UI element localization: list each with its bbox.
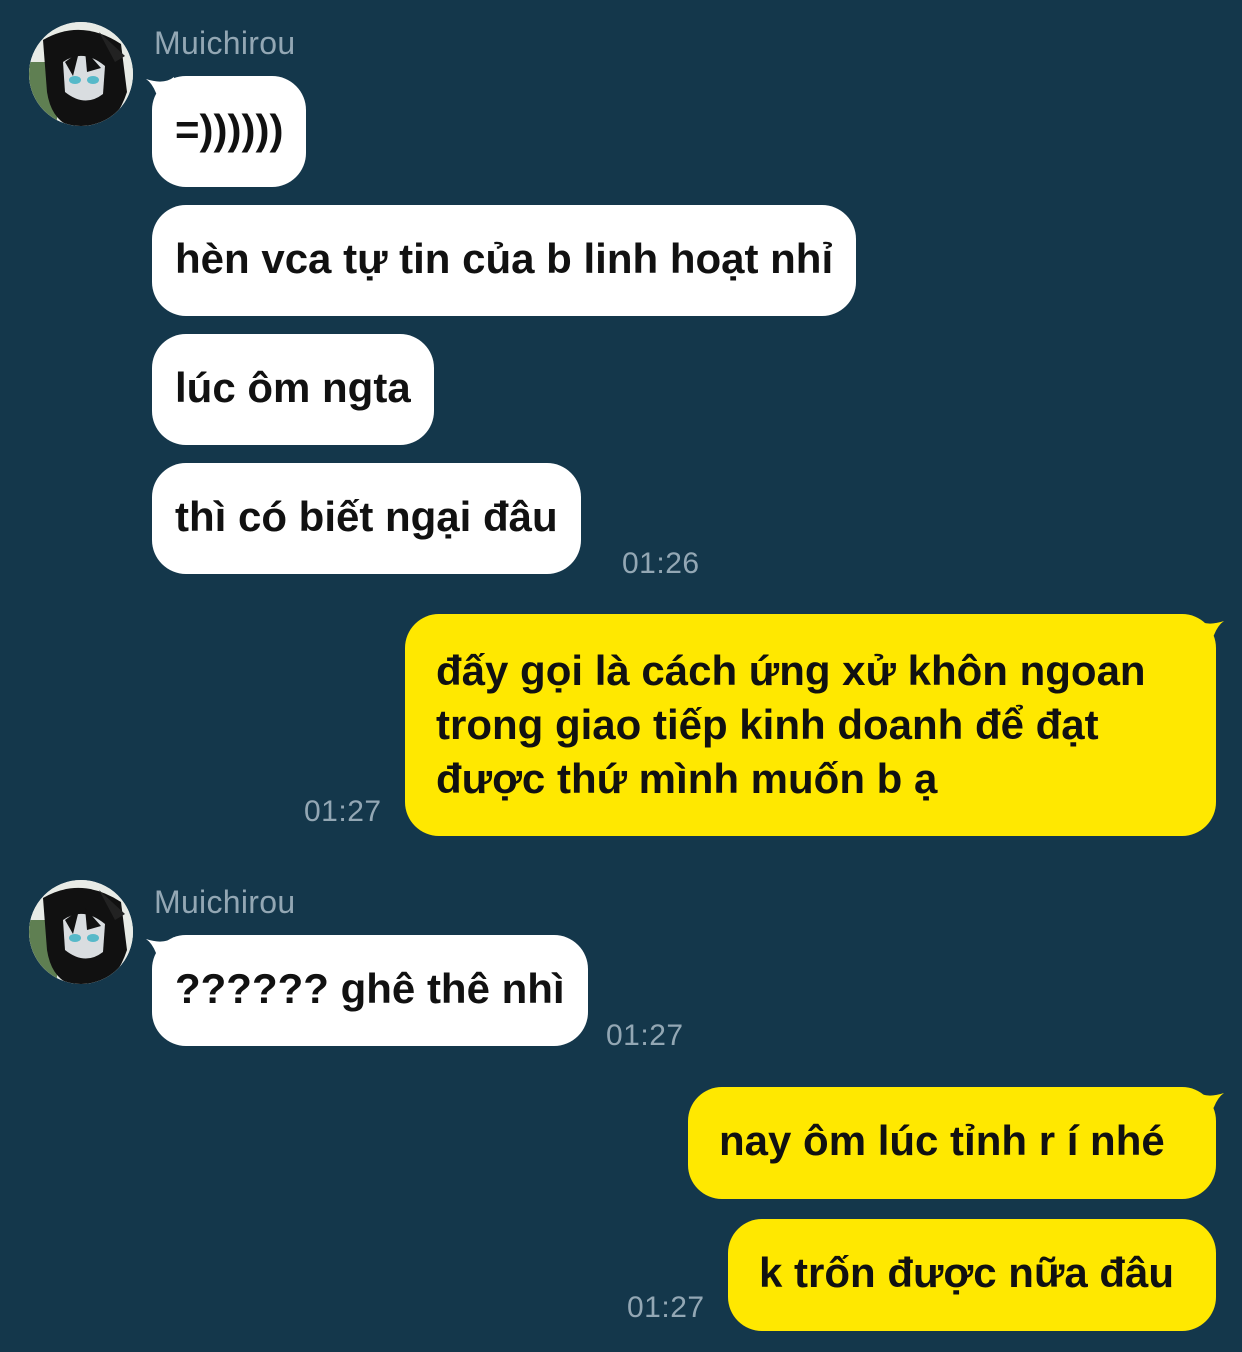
message-timestamp: 01:27	[606, 1019, 684, 1052]
sender-name: Muichirou	[154, 25, 296, 61]
message-bubble-incoming[interactable]: hèn vca tự tin của b linh hoạt nhỉ	[152, 205, 857, 316]
message-bubble-incoming[interactable]: ?????? ghê thê nhì	[152, 935, 588, 1046]
message-timestamp: 01:26	[622, 547, 700, 580]
anime-character-avatar-icon	[29, 880, 133, 984]
message-timestamp: 01:27	[627, 1291, 705, 1324]
sender-avatar[interactable]	[29, 880, 133, 984]
message-bubble-outgoing[interactable]: k trốn được nữa đâu	[728, 1219, 1216, 1331]
message-bubble-incoming[interactable]: lúc ôm ngta	[152, 334, 434, 445]
message-bubble-incoming[interactable]: thì có biết ngại đâu	[152, 463, 581, 574]
message-bubble-outgoing[interactable]: nay ôm lúc tỉnh r í nhé	[688, 1087, 1216, 1199]
sender-name: Muichirou	[154, 884, 296, 920]
sender-avatar[interactable]	[29, 22, 133, 126]
message-bubble-outgoing[interactable]: đấy gọi là cách ứng xử khôn ngoan trong …	[405, 614, 1216, 836]
anime-character-avatar-icon	[29, 22, 133, 126]
message-bubble-incoming[interactable]: =))))))	[152, 76, 307, 187]
message-timestamp: 01:27	[304, 795, 382, 828]
